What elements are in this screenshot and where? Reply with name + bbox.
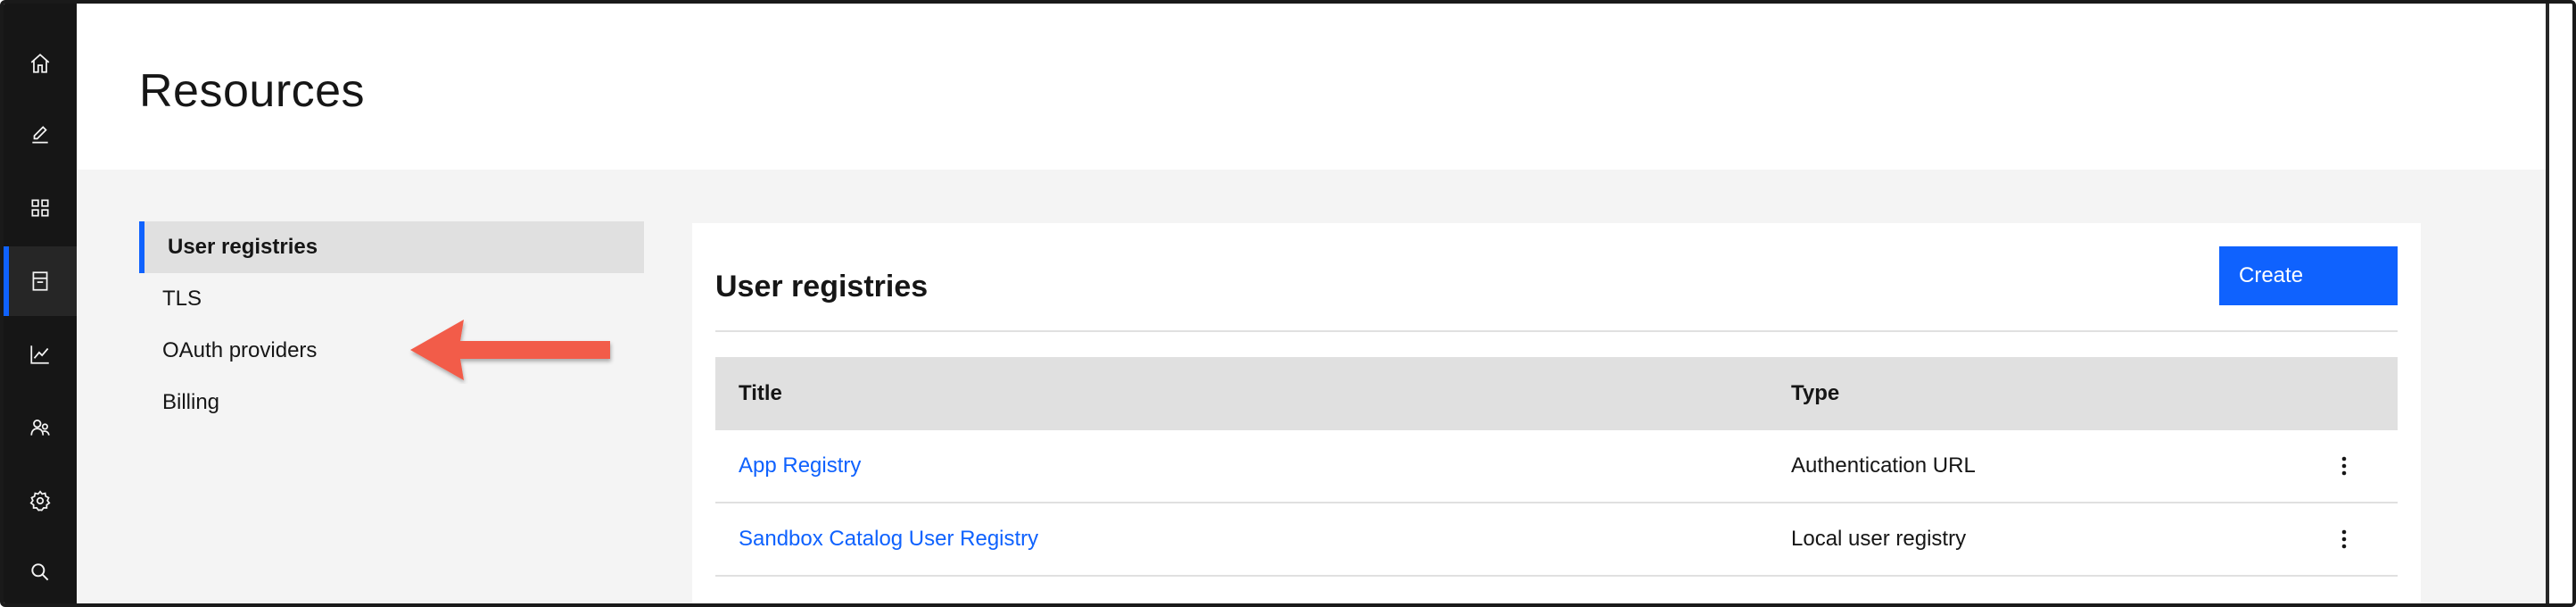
nav-item-label: TLS bbox=[162, 287, 202, 311]
page-header: Resources bbox=[77, 4, 2546, 170]
nav-item-billing[interactable]: Billing bbox=[139, 377, 644, 428]
nav-item-label: Billing bbox=[162, 390, 220, 414]
registry-type: Authentication URL bbox=[1791, 453, 1976, 478]
card-title: User registries bbox=[715, 270, 929, 304]
rail-analytics[interactable] bbox=[4, 320, 77, 389]
settings-icon bbox=[29, 490, 51, 511]
table-header: Title Type bbox=[715, 357, 2398, 430]
resources-icon bbox=[32, 271, 48, 291]
user-registries-card: User registries Create Title Type App Re… bbox=[692, 223, 2421, 603]
app-window: Resources User registries TLS OAuth prov… bbox=[0, 0, 2576, 607]
column-header-title[interactable]: Title bbox=[715, 381, 1791, 406]
rail-settings[interactable] bbox=[4, 466, 77, 536]
page-title: Resources bbox=[139, 65, 366, 117]
registries-table: Title Type App Registry Authentication U… bbox=[715, 357, 2398, 577]
rail-members[interactable] bbox=[4, 393, 77, 462]
nav-item-label: OAuth providers bbox=[162, 338, 318, 362]
analytics-icon bbox=[30, 345, 49, 364]
overflow-menu-button[interactable] bbox=[2326, 448, 2362, 484]
main-content: User registries TLS OAuth providers Bill… bbox=[77, 170, 2546, 603]
column-header-type[interactable]: Type bbox=[1791, 381, 2291, 406]
create-button[interactable]: Create bbox=[2219, 246, 2398, 305]
overflow-menu-icon bbox=[2341, 529, 2347, 549]
overflow-menu-button[interactable] bbox=[2326, 521, 2362, 557]
edit-icon bbox=[32, 126, 48, 144]
registry-link[interactable]: App Registry bbox=[739, 453, 861, 478]
rail-home[interactable] bbox=[4, 29, 77, 98]
nav-item-user-registries[interactable]: User registries bbox=[139, 221, 644, 273]
home-icon bbox=[30, 54, 50, 73]
apps-grid-icon bbox=[31, 199, 49, 217]
divider bbox=[715, 330, 2398, 332]
scrollbar[interactable] bbox=[2546, 4, 2572, 603]
registry-type: Local user registry bbox=[1791, 527, 1967, 551]
table-row: Sandbox Catalog User Registry Local user… bbox=[715, 503, 2398, 577]
rail-manage[interactable] bbox=[4, 173, 77, 243]
side-rail bbox=[4, 4, 77, 603]
rail-search[interactable] bbox=[4, 537, 77, 603]
table-row: App Registry Authentication URL bbox=[715, 430, 2398, 503]
registry-link[interactable]: Sandbox Catalog User Registry bbox=[739, 527, 1038, 551]
members-icon bbox=[30, 420, 50, 436]
overflow-menu-icon bbox=[2341, 456, 2347, 476]
rail-resources[interactable] bbox=[4, 246, 77, 316]
nav-item-label: User registries bbox=[168, 235, 318, 259]
search-icon bbox=[31, 563, 49, 581]
annotation-arrow-icon bbox=[410, 320, 610, 380]
rail-develop[interactable] bbox=[4, 100, 77, 170]
